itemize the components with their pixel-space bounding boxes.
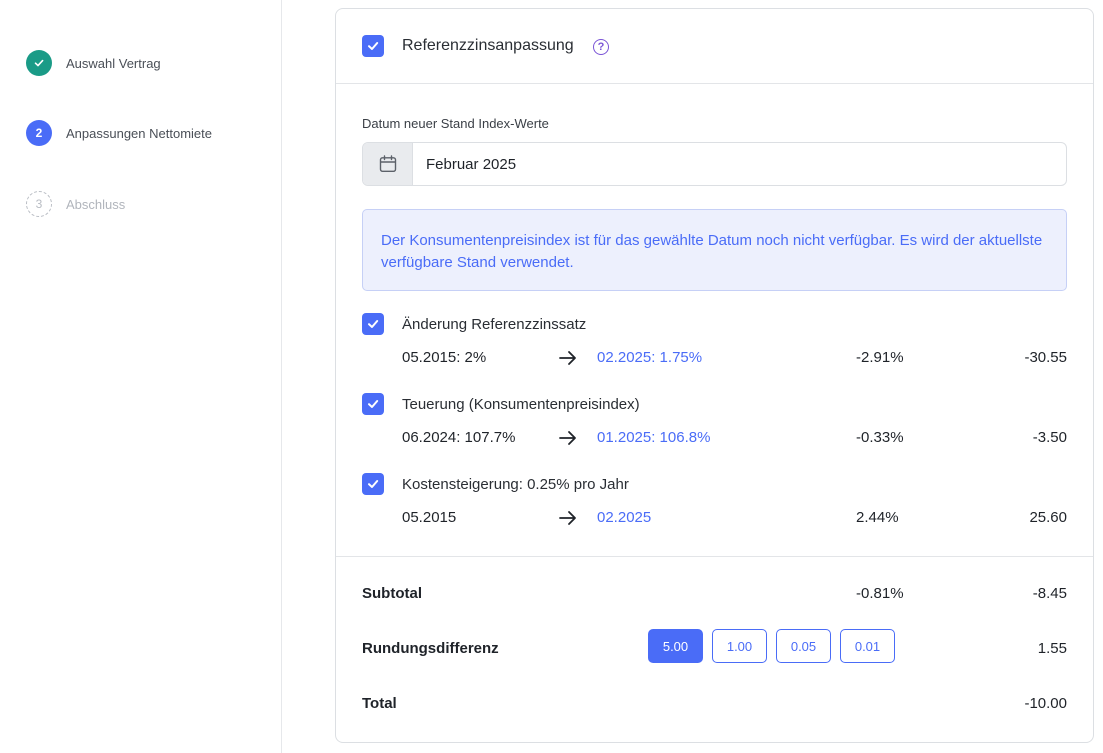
step-number: 2 [26, 120, 52, 146]
rounding-option-0-05[interactable]: 0.05 [776, 629, 831, 663]
subtotal-amount: -8.45 [1032, 585, 1067, 602]
rounding-option-5-00[interactable]: 5.00 [648, 629, 703, 663]
item-values-row: 05.2015: 2% 02.2025: 1.75% -2.91% -30.55 [402, 349, 1067, 369]
subtotal-percent: -0.81% [856, 585, 904, 602]
card-title: Referenzzinsanpassung [402, 37, 574, 54]
sidebar-stepper: Auswahl Vertrag 2 Anpassungen Nettomiete… [0, 0, 282, 753]
item-title: Änderung Referenzzinssatz [402, 316, 587, 333]
check-icon [368, 42, 379, 50]
item-checkbox[interactable] [362, 473, 384, 495]
to-value: 02.2025 [597, 509, 652, 526]
rounding-option-0-01[interactable]: 0.01 [840, 629, 895, 663]
from-value: 06.2024: 107.7% [402, 429, 516, 446]
arrow-right-icon [558, 348, 578, 372]
step-auswahl-vertrag[interactable]: Auswahl Vertrag [26, 50, 161, 76]
item-values-row: 06.2024: 107.7% 01.2025: 106.8% -0.33% -… [402, 429, 1067, 449]
amount-change: -30.55 [1024, 349, 1067, 366]
rounding-options: 5.00 1.00 0.05 0.01 [648, 629, 895, 663]
check-icon [368, 480, 379, 488]
percent-change: -2.91% [856, 349, 904, 366]
to-value: 02.2025: 1.75% [597, 349, 703, 366]
item-title: Teuerung (Konsumentenpreisindex) [402, 396, 640, 413]
referenzzins-checkbox[interactable] [362, 35, 384, 57]
total-label: Total [362, 695, 397, 712]
check-icon [368, 400, 379, 408]
item-title: Kostensteigerung: 0.25% pro Jahr [402, 476, 629, 493]
amount-change: -3.50 [1032, 429, 1067, 446]
step-label: Auswahl Vertrag [66, 55, 161, 71]
arrow-right-icon [558, 428, 578, 452]
info-alert: Der Konsumentenpreisindex ist für das ge… [362, 209, 1067, 291]
percent-change: 2.44% [856, 509, 899, 526]
from-value: 05.2015 [402, 509, 457, 526]
check-icon [26, 50, 52, 76]
percent-change: -0.33% [856, 429, 904, 446]
item-checkbox[interactable] [362, 393, 384, 415]
total-amount: -10.00 [1024, 695, 1067, 712]
date-picker[interactable] [362, 142, 1067, 186]
step-label: Anpassungen Nettomiete [66, 125, 212, 141]
card-header: Referenzzinsanpassung ? [336, 9, 1093, 84]
date-label: Datum neuer Stand Index-Werte [362, 116, 549, 131]
amount-change: 25.60 [1029, 509, 1067, 526]
to-value: 01.2025: 106.8% [597, 429, 711, 446]
divider [336, 556, 1093, 557]
subtotal-label: Subtotal [362, 585, 422, 602]
check-icon [368, 320, 379, 328]
item-checkbox[interactable] [362, 313, 384, 335]
step-number: 3 [26, 191, 52, 217]
from-value: 05.2015: 2% [402, 349, 487, 366]
step-anpassungen-nettomiete[interactable]: 2 Anpassungen Nettomiete [26, 120, 212, 146]
rounding-amount: 1.55 [1037, 640, 1067, 657]
calendar-icon[interactable] [363, 143, 413, 185]
step-abschluss[interactable]: 3 Abschluss [26, 191, 125, 217]
date-input[interactable] [413, 143, 1066, 185]
step-label: Abschluss [66, 196, 126, 212]
subtotal-row: Subtotal -0.81% -8.45 [362, 585, 1067, 607]
total-row: Total -10.00 [362, 695, 1067, 717]
question-circle-icon[interactable]: ? [593, 39, 609, 55]
rounding-row: Rundungsdifferenz 5.00 1.00 0.05 0.01 1.… [362, 629, 1067, 663]
item-values-row: 05.2015 02.2025 2.44% 25.60 [402, 509, 1067, 529]
rent-adjustment-card: Referenzzinsanpassung ? Datum neuer Stan… [335, 8, 1094, 743]
rounding-option-1-00[interactable]: 1.00 [712, 629, 767, 663]
arrow-right-icon [558, 508, 578, 532]
rounding-label: Rundungsdifferenz [362, 640, 499, 657]
